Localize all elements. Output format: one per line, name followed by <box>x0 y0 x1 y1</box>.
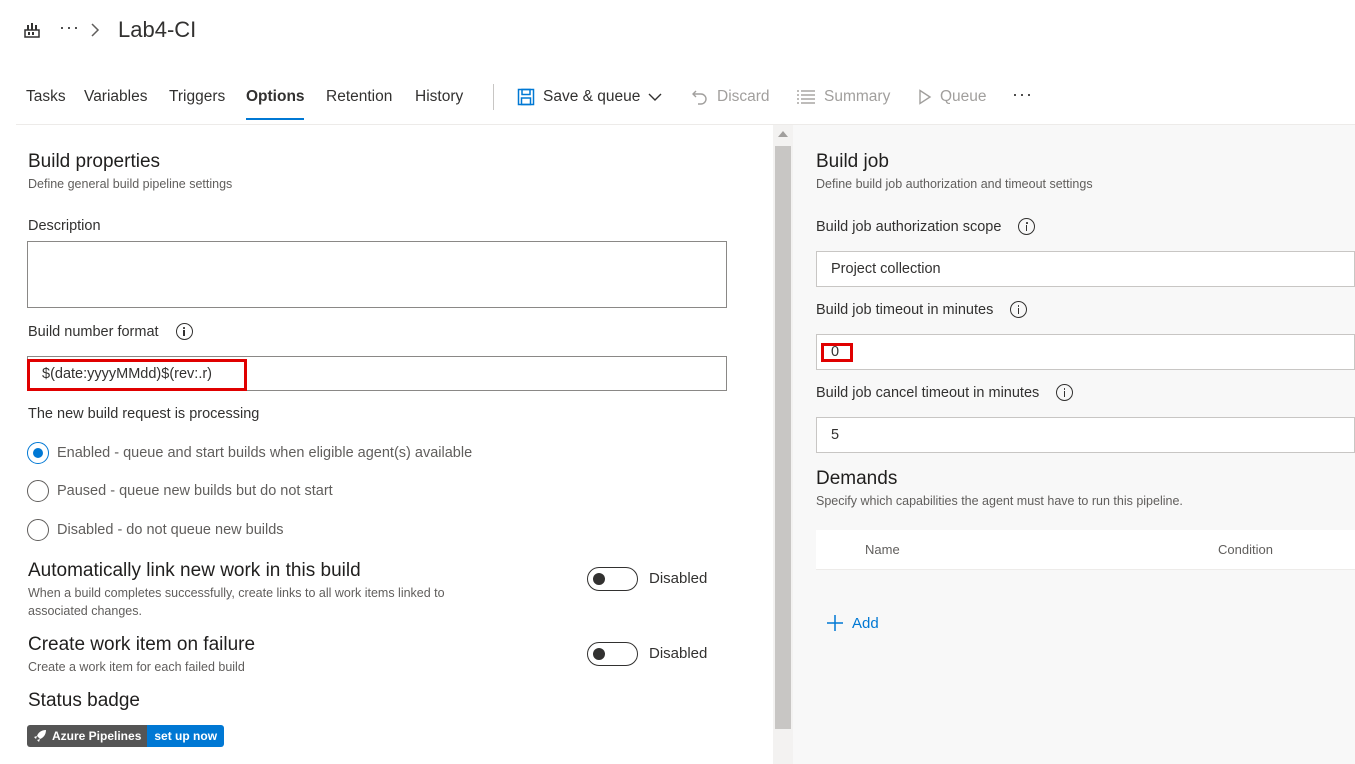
active-tab-indicator <box>246 118 304 120</box>
radio-paused[interactable] <box>27 480 49 502</box>
scroll-thumb[interactable] <box>775 146 791 729</box>
info-icon[interactable] <box>1018 218 1036 235</box>
build-number-label: Build number format <box>28 323 159 340</box>
page-title: Lab4-CI <box>118 17 197 42</box>
processing-label: The new build request is processing <box>28 406 260 422</box>
highlight-box <box>821 343 853 362</box>
status-badge[interactable]: Azure Pipelines set up now <box>27 725 225 747</box>
play-icon <box>919 89 932 105</box>
auth-scope-label-row: Build job authorization scope <box>816 218 1036 235</box>
tab-triggers[interactable]: Triggers <box>169 88 225 106</box>
info-icon[interactable] <box>175 323 193 340</box>
auto-link-desc-2: associated changes. <box>28 604 142 618</box>
page-header: ··· Lab4-CI <box>0 0 1355 62</box>
info-icon[interactable] <box>1056 384 1074 401</box>
auto-link-toggle[interactable] <box>587 567 638 591</box>
auth-scope-value: Project collection <box>831 261 941 277</box>
undo-icon <box>692 90 707 105</box>
chevron-right-icon <box>91 23 100 37</box>
cancel-timeout-label: Build job cancel timeout in minutes <box>816 384 1040 401</box>
pipeline-icon[interactable] <box>24 21 40 39</box>
auto-link-desc-1: When a build completes successfully, cre… <box>28 586 445 600</box>
demands-table-header: Name Condition <box>816 530 1355 570</box>
radio-paused-label[interactable]: Paused - queue new builds but do not sta… <box>57 483 333 499</box>
cancel-timeout-value: 5 <box>831 427 840 443</box>
build-job-title: Build job <box>816 151 889 172</box>
work-item-toggle[interactable] <box>587 642 638 666</box>
timeout-input[interactable]: 0 <box>816 334 1355 370</box>
chevron-down-icon[interactable] <box>648 92 662 102</box>
tab-options[interactable]: Options <box>246 88 305 106</box>
radio-disabled-label[interactable]: Disabled - do not queue new builds <box>57 522 284 538</box>
column-condition[interactable]: Condition <box>1218 542 1273 557</box>
auto-link-state: Disabled <box>649 570 708 587</box>
info-icon[interactable] <box>1010 301 1028 318</box>
cancel-timeout-label-row: Build job cancel timeout in minutes <box>816 384 1074 401</box>
breadcrumb-more-icon[interactable]: ··· <box>59 17 80 38</box>
work-item-state: Disabled <box>649 645 708 662</box>
timeout-label-row: Build job timeout in minutes <box>816 301 1028 318</box>
badge-setup-link[interactable]: set up now <box>147 725 225 747</box>
add-demand-button[interactable]: Add <box>826 614 879 632</box>
plus-icon <box>827 615 843 631</box>
tab-history[interactable]: History <box>415 88 463 106</box>
tab-tasks[interactable]: Tasks <box>26 88 66 106</box>
build-properties-subtitle: Define general build pipeline settings <box>28 177 233 191</box>
work-item-title: Create work item on failure <box>28 634 256 655</box>
toolbar-divider <box>493 84 494 110</box>
radio-disabled[interactable] <box>27 519 49 541</box>
build-job-panel: Build job Define build job authorization… <box>793 125 1355 764</box>
radio-enabled-label[interactable]: Enabled - queue and start builds when el… <box>57 445 472 461</box>
tab-retention[interactable]: Retention <box>326 88 392 106</box>
description-label: Description <box>28 218 101 234</box>
save-queue-label: Save & queue <box>543 88 641 105</box>
badge-left-label: Azure Pipelines <box>52 729 142 743</box>
tab-variables[interactable]: Variables <box>84 88 147 106</box>
badge-left: Azure Pipelines <box>27 725 148 747</box>
cancel-timeout-input[interactable]: 5 <box>816 417 1355 453</box>
auth-scope-select[interactable]: Project collection <box>816 251 1355 287</box>
timeout-label: Build job timeout in minutes <box>816 301 994 318</box>
queue-button[interactable]: Queue <box>918 88 987 106</box>
build-properties-title: Build properties <box>28 151 161 172</box>
add-demand-label: Add <box>852 614 879 632</box>
demands-title: Demands <box>816 468 898 489</box>
build-job-subtitle: Define build job authorization and timeo… <box>816 177 1093 191</box>
radio-enabled[interactable] <box>27 442 49 464</box>
tab-bar: Tasks Variables Triggers Options Retenti… <box>0 80 1355 124</box>
summary-label: Summary <box>824 88 891 105</box>
build-properties-panel: Build properties Define general build pi… <box>16 125 773 764</box>
rocket-icon <box>34 730 46 742</box>
auto-link-title: Automatically link new work in this buil… <box>28 560 361 581</box>
vertical-scrollbar[interactable] <box>773 125 793 764</box>
build-number-label-row: Build number format <box>28 323 193 340</box>
scroll-up-arrow-icon[interactable] <box>778 131 788 137</box>
discard-button[interactable]: Discard <box>691 88 770 106</box>
status-badge-title: Status badge <box>28 690 140 711</box>
work-item-desc: Create a work item for each failed build <box>28 660 245 674</box>
list-icon <box>797 90 815 104</box>
column-name[interactable]: Name <box>865 542 900 557</box>
save-icon <box>517 88 535 106</box>
highlight-box <box>27 359 247 391</box>
description-textarea[interactable] <box>27 241 727 308</box>
summary-button[interactable]: Summary <box>796 88 890 106</box>
more-actions-icon[interactable]: ··· <box>1012 84 1033 105</box>
discard-label: Discard <box>717 88 770 105</box>
queue-label: Queue <box>940 88 987 105</box>
demands-subtitle: Specify which capabilities the agent mus… <box>816 494 1183 508</box>
save-queue-button[interactable]: Save & queue <box>517 88 662 106</box>
auth-scope-label: Build job authorization scope <box>816 218 1002 235</box>
